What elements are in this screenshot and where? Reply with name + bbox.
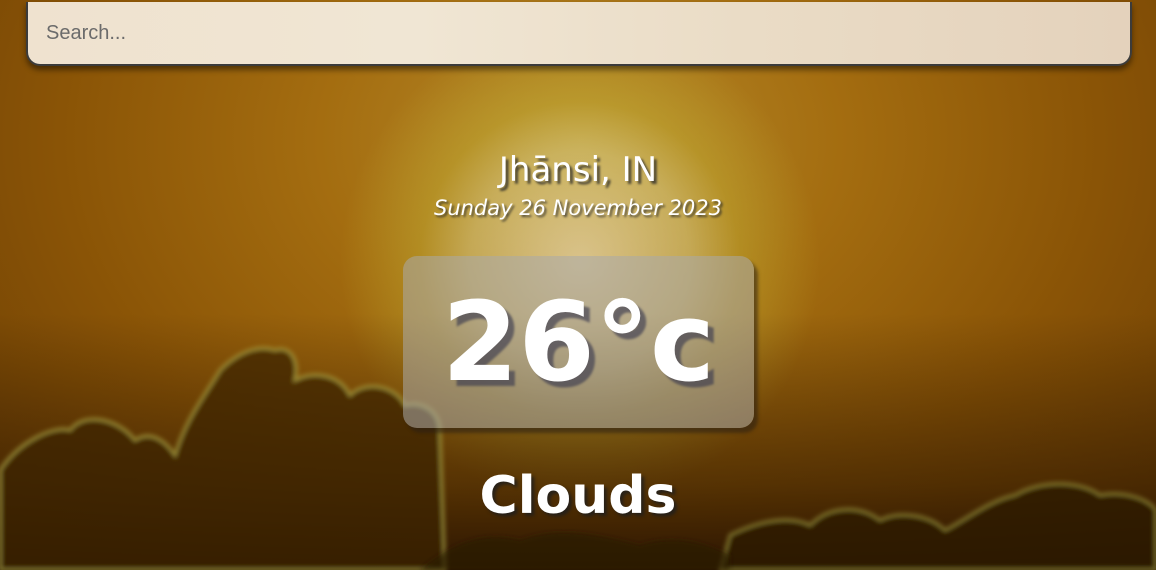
current-date: Sunday 26 November 2023 [433, 196, 722, 220]
temperature-card: 26°c [403, 256, 754, 428]
temperature-value: 26°c [441, 278, 716, 406]
search-bar [26, 2, 1132, 66]
cloud-bottom [420, 532, 730, 570]
search-input[interactable] [26, 2, 1132, 66]
weather-condition: Clouds [479, 466, 677, 526]
location-name: Jhānsi, IN [498, 150, 658, 190]
cloud-left [0, 346, 447, 570]
